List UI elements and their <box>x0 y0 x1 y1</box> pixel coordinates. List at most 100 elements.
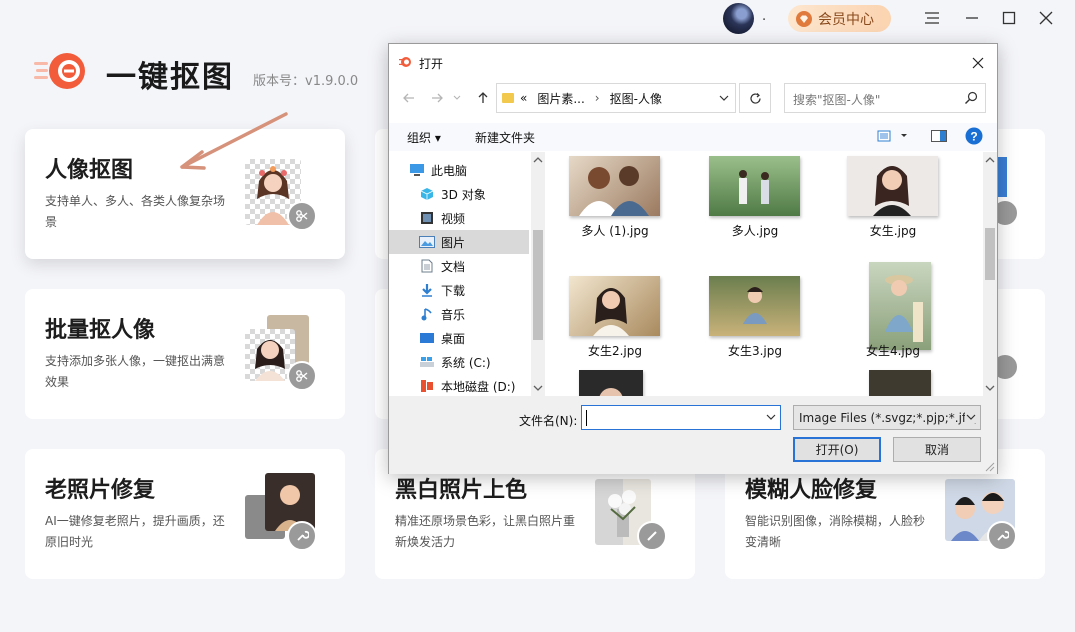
up-button[interactable] <box>473 88 493 108</box>
cutout-badge <box>287 361 317 391</box>
app-title: 一键抠图 <box>106 60 234 95</box>
dialog-toolbar: 组织 ▾ 新建文件夹 ? <box>389 123 997 151</box>
file-list-scrollbar[interactable] <box>983 152 997 396</box>
close-button[interactable] <box>1034 6 1058 30</box>
brush-icon <box>647 531 657 541</box>
help-button[interactable]: ? <box>965 127 983 148</box>
file-thumbnail <box>869 262 931 350</box>
menu-button[interactable] <box>920 6 944 30</box>
card-desc: 精准还原场景色彩，让黑白照片重新焕发活力 <box>395 514 576 549</box>
arrow-right-icon <box>432 93 443 103</box>
card-thumbnail <box>595 479 670 551</box>
recent-locations-button[interactable] <box>451 88 463 108</box>
file-name: 多人.jpg <box>731 224 779 238</box>
open-button[interactable]: 打开(O) <box>793 437 881 462</box>
file-name: 女生.jpg <box>869 224 917 238</box>
chevron-down-icon <box>965 411 977 423</box>
refresh-button[interactable] <box>739 83 771 113</box>
file-name: 多人 (1).jpg <box>581 224 649 238</box>
avatar[interactable] <box>723 3 754 34</box>
organize-menu[interactable]: 组织 ▾ <box>407 129 441 146</box>
chevron-down-icon[interactable] <box>765 411 777 423</box>
app-logo-icon <box>34 53 85 89</box>
file-type-select[interactable]: Image Files (*.svgz;*.pjp;*.jfif; <box>793 405 981 430</box>
card-thumbnail <box>945 479 1020 551</box>
file-item-partial[interactable] <box>559 366 679 396</box>
dialog-footer: 文件名(N): Image Files (*.svgz;*.pjp;*.jfif… <box>389 396 997 474</box>
picture-icon <box>419 234 435 250</box>
scroll-thumb[interactable] <box>985 228 995 280</box>
dialog-close-button[interactable] <box>967 52 989 74</box>
vip-center-button[interactable]: 会员中心 <box>788 5 891 32</box>
preview-pane-toggle[interactable] <box>931 130 947 145</box>
forward-button[interactable] <box>427 88 447 108</box>
file-item[interactable]: 女生3.jpg <box>699 272 819 378</box>
svg-text:?: ? <box>970 130 977 144</box>
maximize-button[interactable] <box>997 6 1021 30</box>
scissors-icon <box>296 370 308 382</box>
card-old-photo-repair[interactable]: 老照片修复 AI一键修复老照片，提升画质，还原旧时光 <box>25 449 345 579</box>
minimize-button[interactable] <box>960 6 984 30</box>
document-icon <box>419 258 435 274</box>
navigation-scrollbar[interactable] <box>531 152 545 396</box>
card-batch-portrait[interactable]: 批量抠人像 支持添加多张人像，一键抠出满意效果 <box>25 289 345 419</box>
maximize-icon <box>1002 11 1016 25</box>
file-item[interactable]: 女生2.jpg <box>559 272 679 378</box>
scroll-down-icon <box>533 385 543 391</box>
search-input[interactable]: 搜索"抠图-人像" <box>784 83 986 113</box>
dialog-title: 打开 <box>419 57 444 71</box>
filename-label: 文件名(N): <box>519 414 578 428</box>
arrow-left-icon <box>403 93 414 103</box>
file-name: 女生3.jpg <box>727 344 783 358</box>
filename-input[interactable] <box>581 405 781 430</box>
search-placeholder: 搜索"抠图-人像" <box>793 93 881 107</box>
repair-badge <box>987 521 1017 551</box>
resize-grip-icon[interactable] <box>985 462 995 472</box>
card-title: 批量抠人像 <box>45 318 156 343</box>
cutout-badge <box>287 201 317 231</box>
text-caret <box>586 410 587 426</box>
view-toggle[interactable] <box>877 130 907 145</box>
file-name: 女生4.jpg <box>865 344 921 358</box>
scroll-up-icon <box>985 157 995 163</box>
file-item[interactable]: 多人 (1).jpg <box>559 152 679 258</box>
address-prefix[interactable]: « <box>520 91 527 105</box>
scroll-thumb[interactable] <box>533 230 543 340</box>
arrow-up-icon <box>478 92 488 103</box>
navigation-pane: 此电脑 3D 对象 视频 图片 文档 下载 音乐 桌面 系统 (C:) 本地磁盘… <box>389 152 545 396</box>
repair-badge <box>287 521 317 551</box>
file-thumbnail <box>579 370 643 396</box>
download-icon <box>419 282 435 298</box>
new-folder-button[interactable]: 新建文件夹 <box>475 129 535 146</box>
scissors-icon <box>296 210 308 222</box>
wrench-icon <box>297 530 309 541</box>
vip-center-label: 会员中心 <box>818 11 874 28</box>
back-button[interactable] <box>399 88 419 108</box>
file-thumbnail <box>709 156 800 216</box>
card-desc: 支持单人、多人、各类人像复杂场景 <box>45 194 226 229</box>
tree-item-pictures[interactable]: 图片 <box>389 230 529 254</box>
card-thumbnail <box>997 157 1007 197</box>
chevron-down-icon <box>453 95 461 100</box>
file-thumbnail <box>869 370 931 396</box>
drive-icon <box>419 354 435 370</box>
tree-item-this-pc[interactable]: 此电脑 <box>409 158 549 182</box>
address-bar[interactable]: « 图片素... › 抠图-人像 <box>496 83 736 113</box>
address-dropdown[interactable] <box>713 84 735 112</box>
video-icon <box>419 210 435 226</box>
file-item[interactable]: 多人.jpg <box>699 152 819 258</box>
folder-icon <box>502 93 514 103</box>
file-item[interactable]: 女生4.jpg <box>837 262 957 378</box>
music-icon <box>419 306 435 322</box>
dialog-titlebar[interactable]: 打开 <box>389 44 997 80</box>
computer-icon <box>409 162 425 178</box>
file-thumbnail <box>569 276 660 336</box>
address-segment[interactable]: 图片素... <box>537 90 584 107</box>
preview-pane-icon <box>931 130 947 142</box>
file-item[interactable]: 女生.jpg <box>837 152 957 258</box>
cancel-button[interactable]: 取消 <box>893 437 981 462</box>
card-thumbnail <box>245 315 320 391</box>
address-separator[interactable]: › <box>595 91 600 105</box>
file-item-partial[interactable] <box>837 366 957 396</box>
address-segment[interactable]: 抠图-人像 <box>610 90 662 107</box>
